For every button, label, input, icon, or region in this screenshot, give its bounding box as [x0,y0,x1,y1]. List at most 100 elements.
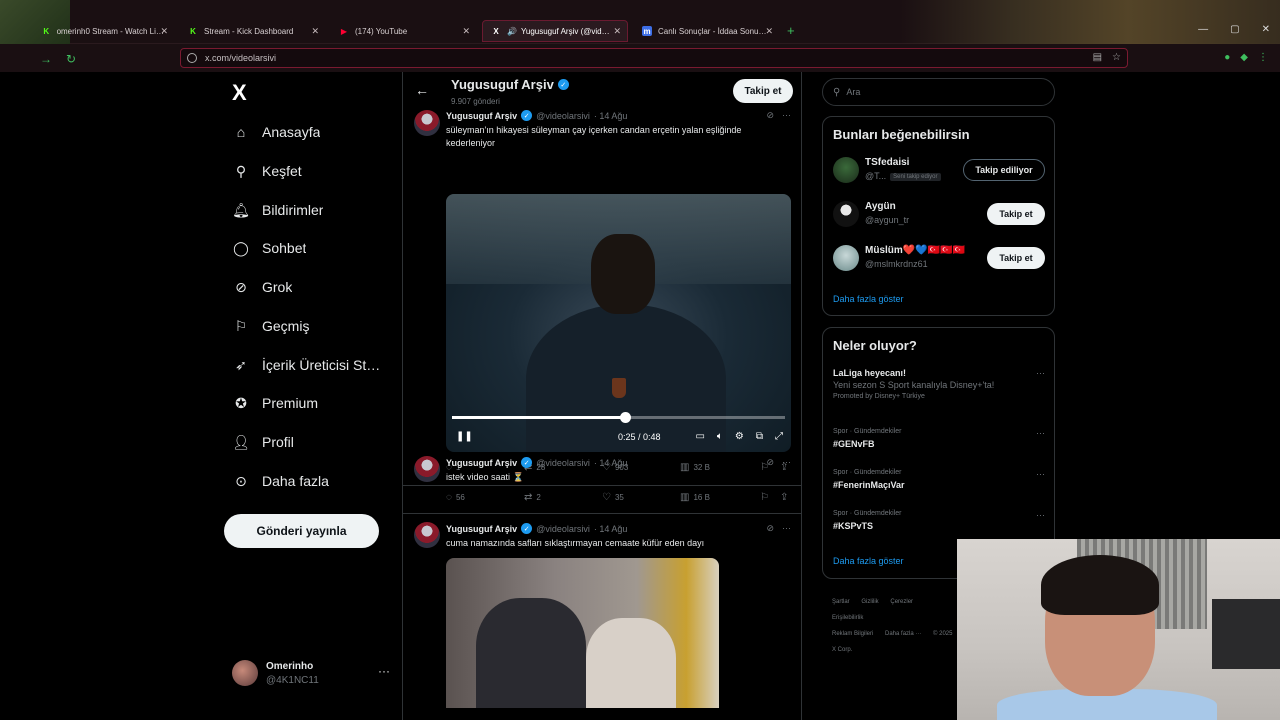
new-tab-button[interactable]: + [787,23,795,38]
pip-icon[interactable]: ⧉ [756,431,763,442]
tweet[interactable]: Yugusuguf Arşiv ✓ @videolarsivi · 14 Ağu… [403,448,801,514]
nav-item-creator-studio[interactable]: ➶ İçerik Üreticisi Stü... [232,350,402,380]
nav-item-profile[interactable]: 👤︎ Profil [232,427,402,457]
avatar[interactable] [414,522,440,548]
repost-button[interactable]: ⇄ 2 [524,492,541,503]
tweet-author-handle[interactable]: @videolarsivi [536,524,590,534]
grok-icon[interactable]: ⊘ [766,457,774,468]
suggested-account[interactable]: Aygün @aygun_tr Takip et [833,199,1045,229]
browser-tab-kick-dashboard[interactable]: K Stream - Kick Dashboard ✕ [180,20,325,42]
avatar[interactable] [833,157,859,183]
close-icon[interactable]: ✕ [765,26,773,37]
account-name[interactable]: TSfedaisi [865,157,909,168]
star-icon[interactable]: ☆ [1112,52,1121,63]
trend-item[interactable]: Spor · Gündemdekiler #GENvFB ··· [833,428,1045,449]
trend-item[interactable]: LaLiga heyecanı! Yeni sezon S Sport kana… [833,368,1045,400]
bookmark-button[interactable]: ⚐ [760,492,769,503]
footer-link[interactable]: Çerezler [890,599,913,605]
avatar[interactable] [414,110,440,136]
tweet-author-handle[interactable]: @videolarsivi [536,458,590,468]
trend-item[interactable]: Spor · Gündemdekiler #FenerinMaçıVar ··· [833,469,1045,490]
show-more-link[interactable]: Daha fazla göster [833,294,904,304]
x-logo-icon[interactable]: X [232,80,247,106]
nav-item-chat[interactable]: ◯ Sohbet [232,233,402,263]
views-button[interactable]: ▥ 16 B [680,492,710,503]
follow-button[interactable]: Takip et [987,247,1045,269]
close-icon[interactable]: ✕ [462,26,470,37]
grok-icon[interactable]: ⊘ [766,110,774,121]
more-horizontal-icon[interactable]: ··· [1036,510,1045,520]
more-horizontal-icon[interactable]: ··· [1036,428,1045,438]
avatar[interactable] [833,201,859,227]
account-name[interactable]: Aygün [865,201,896,212]
video-player[interactable] [446,558,719,708]
reader-icon[interactable]: ▤ [1093,52,1102,63]
extension-icon[interactable]: ● [1224,52,1230,63]
puzzle-icon[interactable]: ◆ [1240,52,1248,63]
browser-tab-iddaa[interactable]: m Canlı Sonuçlar - İddaa Sonuçları ✕ [634,20,779,42]
footer-link[interactable]: Daha fazla ··· [885,631,921,637]
browser-tab-x-profile[interactable]: X 🔊 Yugusuguf Arşiv (@videolarsivi) ✕ [482,20,628,42]
nav-item-home[interactable]: ⌂ Anasayfa [232,117,402,147]
grok-icon[interactable]: ⊘ [766,523,774,534]
more-horizontal-icon[interactable]: ··· [782,110,791,121]
more-horizontal-icon[interactable]: ··· [1036,469,1045,479]
more-horizontal-icon[interactable]: ··· [782,523,791,534]
post-button[interactable]: Gönderi yayınla [224,514,379,548]
tweet-date[interactable]: · 14 Ağu [594,524,628,534]
tweet[interactable]: Yugusuguf Arşiv ✓ @videolarsivi · 14 Ağu… [403,108,801,486]
share-button[interactable]: ⇪ [780,492,788,503]
volume-icon[interactable]: 🔈︎ [717,431,723,442]
tweet-author-name[interactable]: Yugusuguf Arşiv [446,458,517,468]
tweet-author-handle[interactable]: @videolarsivi [536,111,590,121]
tweet-author-name[interactable]: Yugusuguf Arşiv [446,524,517,534]
pause-icon[interactable]: ❚❚ [456,431,473,442]
follow-button[interactable]: Takip et [733,79,793,103]
avatar[interactable] [833,245,859,271]
video-progress-bar[interactable] [452,412,785,423]
captions-icon[interactable]: ▭ [695,431,704,442]
more-horizontal-icon[interactable]: ··· [378,664,390,678]
maximize-icon[interactable]: ▢ [1230,24,1239,35]
follow-button[interactable]: Takip et [987,203,1045,225]
footer-link[interactable]: Erişilebilirlik [832,615,863,621]
close-window-icon[interactable]: ✕ [1262,24,1270,35]
nav-item-premium[interactable]: ✪ Premium [232,388,402,418]
more-horizontal-icon[interactable]: ··· [1036,368,1045,378]
menu-icon[interactable]: ⋮ [1258,52,1268,63]
nav-item-bookmarks[interactable]: ⚐ Geçmiş [232,311,402,341]
close-icon[interactable]: ✕ [160,26,168,37]
url-bar[interactable]: x.com/videolarsivi ▤ ☆ [180,48,1128,68]
footer-link[interactable]: Reklam Bilgileri [832,631,873,637]
video-player[interactable]: ❚❚ 0:25 / 0:48 ▭ 🔈︎ ⚙ ⧉ ⤢ [446,194,791,452]
like-button[interactable]: ♡ 35 [602,492,624,503]
trend-item[interactable]: Spor · Gündemdekiler #KSPvTS ··· [833,510,1045,531]
nav-item-notifications[interactable]: 🔔︎ Bildirimler [232,195,402,225]
close-icon[interactable]: ✕ [613,26,621,37]
tweet[interactable]: Yugusuguf Arşiv ✓ @videolarsivi · 14 Ağu… [403,514,801,720]
footer-link[interactable]: Şartlar [832,599,850,605]
close-icon[interactable]: ✕ [311,26,319,37]
account-name[interactable]: Müslüm❤️💙🇹🇷🇹🇷🇹🇷 [865,245,965,256]
avatar[interactable] [414,456,440,482]
site-info-icon[interactable] [187,53,197,63]
minimize-icon[interactable]: — [1198,24,1208,35]
show-more-link[interactable]: Daha fazla göster [833,556,904,566]
nav-item-more[interactable]: ⊙ Daha fazla [232,466,402,496]
nav-item-explore[interactable]: ⚲ Keşfet [232,156,402,186]
reload-icon[interactable]: ↻ [66,52,76,66]
reply-button[interactable]: ◌ 56 [446,492,465,503]
suggested-account[interactable]: TSfedaisi @T... Seni takip ediyor Takip e… [833,155,1045,185]
browser-tab-kick-watch[interactable]: K omerinh0 Stream - Watch Live on ... ✕ [34,20,174,42]
suggested-account[interactable]: Müslüm❤️💙🇹🇷🇹🇷🇹🇷 @mslmkrdnz61 Takip et [833,243,1045,273]
browser-tab-youtube[interactable]: ▶ (174) YouTube ✕ [331,20,476,42]
fullscreen-icon[interactable]: ⤢ [775,431,783,442]
account-switcher[interactable]: Omerinho @4K1NC11 ··· [232,658,392,688]
nav-item-grok[interactable]: ⊘ Grok [232,272,402,302]
settings-gear-icon[interactable]: ⚙ [735,431,744,442]
back-arrow-icon[interactable]: ← [415,82,429,98]
forward-icon[interactable]: → [40,52,52,66]
tweet-date[interactable]: · 14 Ağu [594,111,628,121]
footer-link[interactable]: Gizlilik [861,599,878,605]
following-button[interactable]: Takip ediliyor [963,159,1045,181]
